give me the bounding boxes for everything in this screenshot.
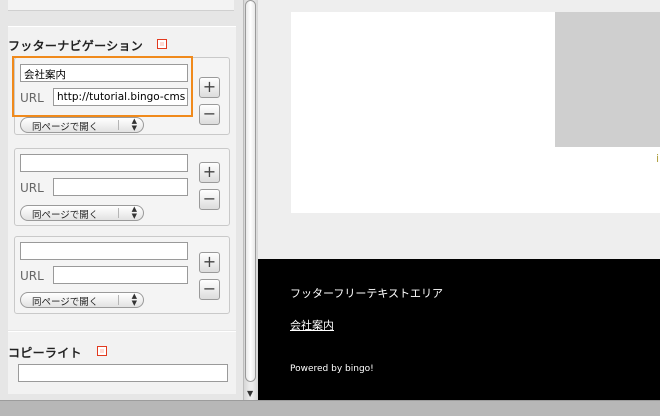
nav-item-3-url-input[interactable] — [53, 266, 188, 284]
footer-nav-title: フッターナビゲーション — [8, 39, 144, 53]
nav-item-1-target-value: 同ページで開く — [32, 122, 99, 133]
bottom-status-bar — [0, 400, 660, 416]
nav-item-3-url-label: URL — [20, 269, 44, 283]
nav-item-3-target-select[interactable]: 同ページで開く ▲ ▼ — [20, 292, 144, 308]
copyright-section — [8, 331, 236, 394]
nav-item-2-title-input[interactable] — [20, 154, 188, 172]
scroll-down-arrow-icon[interactable]: ▼ — [247, 389, 253, 398]
copyright-help-icon[interactable] — [97, 346, 107, 356]
footer-nav-help-icon[interactable] — [157, 39, 167, 49]
footer-link[interactable]: 会社案内 — [290, 317, 334, 333]
nav-item-3-remove-button[interactable]: − — [199, 279, 220, 300]
select-updown-icon: ▲ ▼ — [131, 205, 137, 220]
nav-item-2-url-label: URL — [20, 181, 44, 195]
nav-item-2-target-select[interactable]: 同ページで開く ▲ ▼ — [20, 205, 144, 221]
select-separator — [118, 120, 119, 130]
copyright-title: コピーライト — [8, 346, 82, 360]
nav-item-3-title-input[interactable] — [20, 242, 188, 260]
nav-item-2-target-value: 同ページで開く — [32, 210, 99, 221]
settings-sidebar: フッターナビゲーション 会社案内 URL http://tutorial.bin… — [0, 0, 243, 400]
nav-item-3-target-value: 同ページで開く — [32, 297, 99, 308]
copyright-input[interactable] — [18, 364, 228, 382]
nav-item-2-remove-button[interactable]: − — [199, 189, 220, 210]
focus-highlight-outline — [12, 56, 193, 117]
footer-free-text: フッターフリーテキストエリア — [290, 287, 444, 300]
nav-item-2-url-input[interactable] — [53, 178, 188, 196]
select-separator — [118, 295, 119, 305]
sidebar-scrollbar-thumb[interactable] — [245, 0, 256, 382]
nav-item-1-remove-button[interactable]: − — [199, 104, 220, 125]
previous-section-bottom — [8, 0, 234, 11]
powered-by-text: Powered by bingo! — [290, 364, 374, 374]
nav-item-1-add-button[interactable]: + — [199, 77, 220, 98]
nav-item-1-target-select[interactable]: 同ページで開く ▲ ▼ — [20, 117, 144, 133]
nav-item-2-add-button[interactable]: + — [199, 162, 220, 183]
nav-item-3-add-button[interactable]: + — [199, 252, 220, 273]
preview-side-glyph: i — [656, 152, 660, 165]
select-updown-icon: ▲ ▼ — [131, 117, 137, 132]
preview-image-placeholder — [555, 12, 660, 147]
select-separator — [118, 208, 119, 218]
select-updown-icon: ▲ ▼ — [131, 292, 137, 307]
